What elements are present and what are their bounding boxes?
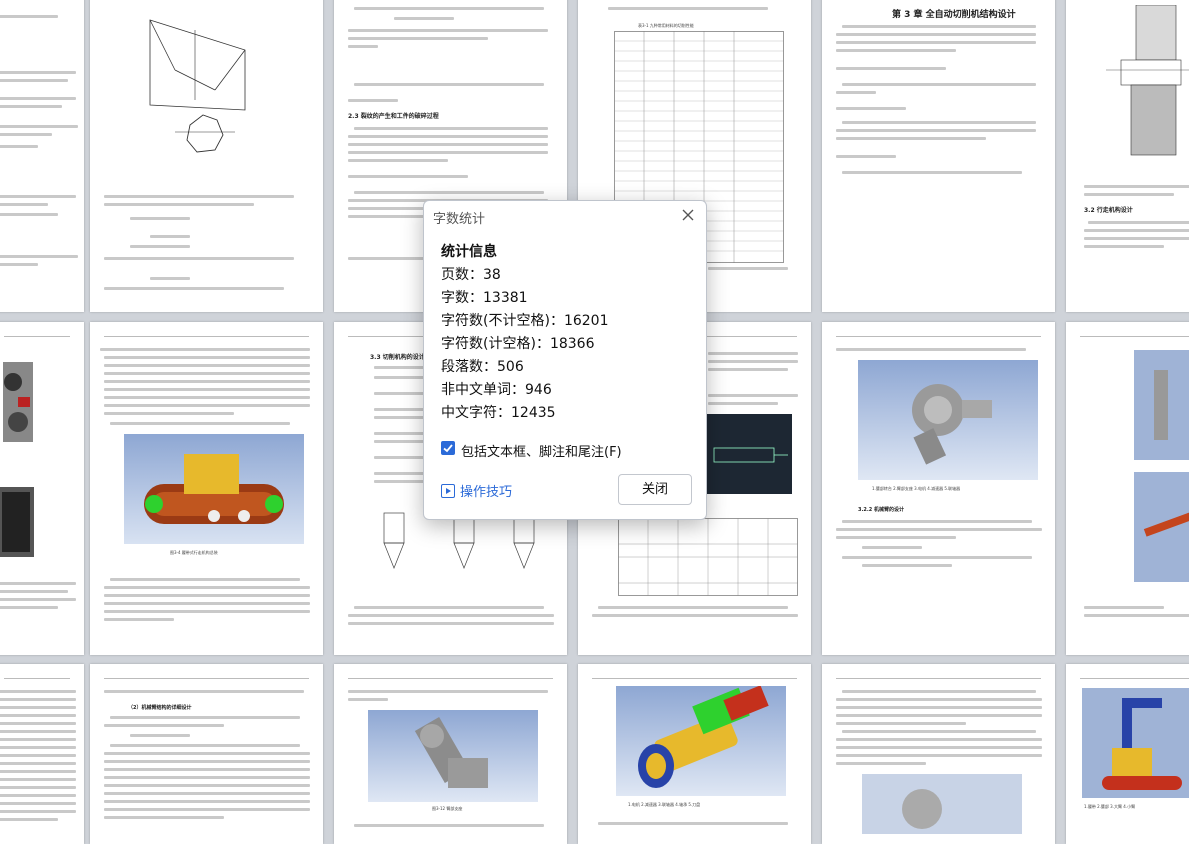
stat-paragraphs: 段落数506 bbox=[441, 356, 524, 376]
stat-label: 字符数(计空格) bbox=[441, 336, 550, 352]
statistics-heading: 统计信息 bbox=[441, 244, 497, 260]
tracked-vehicle-render bbox=[124, 434, 304, 544]
arm-render-2 bbox=[1134, 472, 1189, 582]
close-button[interactable]: 关闭 bbox=[618, 474, 692, 505]
stat-label: 段落数 bbox=[441, 359, 497, 375]
checkbox-checked-icon bbox=[443, 444, 453, 453]
geometry-figure bbox=[149, 19, 246, 153]
stat-chars-with-spaces: 字符数(计空格)18366 bbox=[441, 333, 594, 353]
robot-photo bbox=[3, 362, 33, 442]
section-heading: 3.3 切削机构的设计 bbox=[370, 354, 425, 361]
document-page bbox=[0, 322, 84, 655]
tips-icon bbox=[441, 484, 455, 498]
document-page bbox=[0, 664, 84, 844]
track-photo bbox=[0, 487, 34, 557]
stat-value: 16201 bbox=[563, 313, 609, 329]
stat-value: 506 bbox=[497, 359, 524, 375]
section-heading: 3.2 行走机构设计 bbox=[1084, 207, 1133, 214]
stat-words: 字数13381 bbox=[441, 287, 528, 307]
cutting-head-render bbox=[616, 686, 786, 796]
include-textboxes-checkbox[interactable] bbox=[441, 441, 455, 455]
full-machine-render bbox=[1082, 688, 1189, 798]
section-heading: 3.2.2 机械臂的设计 bbox=[858, 507, 904, 513]
document-page: 图3-12 臂部支座 bbox=[334, 664, 567, 844]
document-page: （2）机械臂结构的详细设计 bbox=[90, 664, 323, 844]
stat-label: 非中文单词 bbox=[441, 382, 525, 398]
tips-link[interactable]: 操作技巧 bbox=[441, 481, 512, 500]
cad-screenshot bbox=[704, 414, 792, 494]
gear-render bbox=[862, 774, 1022, 834]
tips-label: 操作技巧 bbox=[460, 485, 513, 500]
document-page bbox=[1066, 322, 1189, 655]
stat-value: 12435 bbox=[511, 405, 556, 421]
mechanical-drawing bbox=[1106, 5, 1189, 156]
document-page: 1.履带 2.腰部 3.大臂 4.小臂 bbox=[1066, 664, 1189, 844]
include-textboxes-label[interactable]: 包括文本框、脚注和尾注(F) bbox=[461, 441, 622, 460]
stat-chars-no-spaces: 字符数(不计空格)16201 bbox=[441, 310, 608, 330]
arm-render-1 bbox=[1134, 350, 1189, 460]
stat-value: 18366 bbox=[549, 336, 595, 352]
dialog-title: 字数统计 bbox=[433, 212, 486, 227]
parameter-table bbox=[618, 518, 798, 596]
document-page: 图3-4 履带式行走机构总装 bbox=[90, 322, 323, 655]
stat-value: 38 bbox=[483, 267, 501, 283]
arm-support-render bbox=[368, 710, 538, 802]
word-count-dialog: 字数统计 统计信息 页数38 字数13381 字符数(不计空格)16201 字符… bbox=[423, 200, 707, 520]
close-icon[interactable] bbox=[678, 205, 698, 225]
stat-label: 字符数(不计空格) bbox=[441, 313, 564, 329]
stat-label: 字数 bbox=[441, 290, 483, 306]
document-page: 1.腰部转台 2.臂部支座 3.电机 4.减速器 5.联轴器 3.2.2 机械臂… bbox=[822, 322, 1055, 655]
stat-value: 946 bbox=[525, 382, 552, 398]
document-page: 3.2 行走机构设计 bbox=[1066, 0, 1189, 312]
stat-chinese-chars: 中文字符12435 bbox=[441, 402, 556, 422]
document-page: 第 3 章 全自动切削机结构设计 bbox=[822, 0, 1055, 312]
section-heading: （2）机械臂结构的详细设计 bbox=[128, 705, 192, 711]
document-page bbox=[0, 0, 84, 312]
stat-label: 页数 bbox=[441, 267, 483, 283]
stat-label: 中文字符 bbox=[441, 405, 511, 421]
section-heading: 2.3 裂纹的产生和工件的破碎过程 bbox=[348, 113, 439, 120]
stat-non-chinese-words: 非中文单词946 bbox=[441, 379, 552, 399]
arm-joint-render bbox=[858, 360, 1038, 480]
document-page bbox=[90, 0, 323, 312]
table-caption: 表3-1 九种常用材料的切削性能 bbox=[638, 23, 694, 28]
stat-value: 13381 bbox=[483, 290, 528, 306]
document-page: 1.电机 2.减速器 3.联轴器 4.轴承 5.刀盘 bbox=[578, 664, 811, 844]
document-page bbox=[822, 664, 1055, 844]
chapter-title: 第 3 章 全自动切削机结构设计 bbox=[892, 10, 1016, 20]
stat-pages: 页数38 bbox=[441, 264, 501, 284]
figure-caption: 图3-12 臂部支座 bbox=[432, 806, 463, 811]
